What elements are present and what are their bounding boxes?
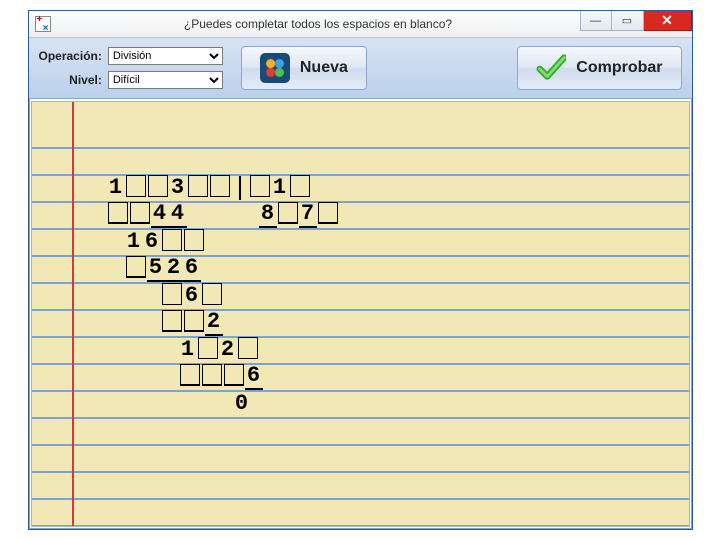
digit: 2 [205,309,223,336]
maximize-button[interactable]: ▭ [612,11,644,31]
close-button[interactable]: ✕ [644,11,692,31]
blank-input[interactable] [202,283,222,305]
new-button-label: Nueva [300,59,348,77]
check-button-label: Comprobar [576,59,662,77]
blank-input[interactable] [184,310,204,332]
level-select[interactable]: FácilMedioDifícil [108,71,223,89]
blank-input[interactable] [198,337,218,359]
new-button[interactable]: Nueva [241,46,367,90]
digit: 2 [219,336,237,363]
blank-input[interactable] [108,202,128,224]
digit: 5 [147,255,165,282]
toolbar: Operación: SumaRestaMultiplicaciónDivisi… [29,38,692,99]
window-title: ¿Puedes completar todos los espacios en … [57,17,580,31]
blank-input[interactable] [188,175,208,197]
controls-grid: Operación: SumaRestaMultiplicaciónDivisi… [39,47,223,89]
digit: 0 [233,390,251,417]
blank-input[interactable] [202,364,222,386]
digit: 1 [271,174,289,201]
digit: 6 [245,363,263,390]
digit: 6 [183,255,201,282]
blank-input[interactable] [210,175,230,197]
blank-input[interactable] [162,229,182,251]
digit: 2 [165,255,183,282]
operation-label: Operación: [39,49,102,63]
digit: 6 [183,282,201,309]
blank-input[interactable] [250,175,270,197]
digit: 8 [259,201,277,228]
blank-input[interactable] [238,337,258,359]
digit: 1 [107,174,125,201]
digit: 4 [151,201,169,228]
check-button[interactable]: Comprobar [517,46,681,90]
margin-line [72,102,74,526]
blank-input[interactable] [148,175,168,197]
blank-input[interactable] [130,202,150,224]
check-icon [536,53,566,83]
digit: 7 [299,201,317,228]
app-icon [35,16,51,32]
blank-input[interactable] [290,175,310,197]
blank-input[interactable] [224,364,244,386]
digit: 6 [143,228,161,255]
blank-input[interactable] [180,364,200,386]
minimize-button[interactable]: — [580,11,612,31]
blank-input[interactable] [126,175,146,197]
titlebar: ¿Puedes completar todos los espacios en … [29,11,692,38]
level-label: Nivel: [39,73,102,87]
operation-select[interactable]: SumaRestaMultiplicaciónDivisión [108,47,223,65]
app-window: ¿Puedes completar todos los espacios en … [28,10,693,530]
digit: 3 [169,174,187,201]
digit: 4 [169,201,187,228]
worksheet: 131448716526621260 [31,101,690,527]
dice-icon [260,53,290,83]
blank-input[interactable] [184,229,204,251]
blank-input[interactable] [162,310,182,332]
blank-input[interactable] [318,202,338,224]
division-bar [239,176,241,200]
division-problem: 131448716526621260 [107,174,339,417]
blank-input[interactable] [278,202,298,224]
digit: 1 [179,336,197,363]
window-buttons: — ▭ ✕ [580,11,692,37]
blank-input[interactable] [126,256,146,278]
blank-input[interactable] [162,283,182,305]
digit: 1 [125,228,143,255]
